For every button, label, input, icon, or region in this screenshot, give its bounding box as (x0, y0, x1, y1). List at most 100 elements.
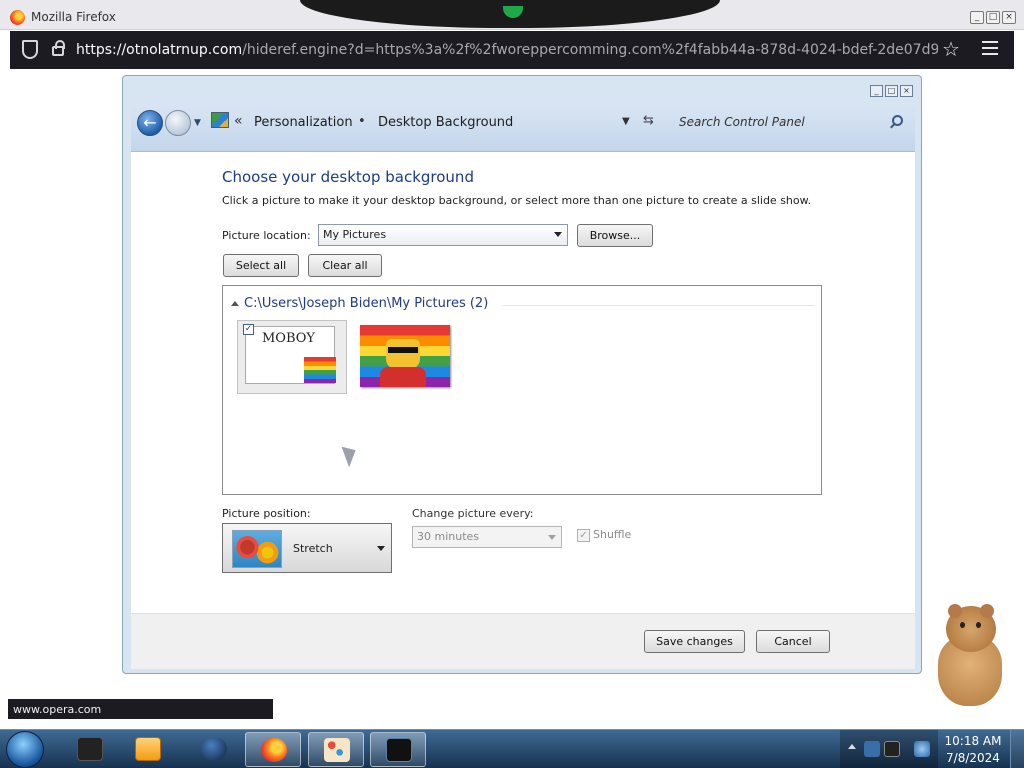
minimize-button[interactable]: _ (970, 11, 984, 24)
tray-app-icon[interactable] (864, 741, 880, 757)
picture-location-value: My Pictures (323, 228, 387, 241)
taskbar-item-window-2[interactable] (370, 732, 426, 767)
lock-icon[interactable] (52, 40, 65, 56)
cp-main-content: Choose your desktop background Click a p… (131, 151, 915, 613)
change-picture-value: 30 minutes (417, 530, 480, 543)
cp-address-bar: ← ▼ « Personalization • Desktop Backgrou… (131, 103, 915, 151)
change-picture-select[interactable]: 30 minutes (412, 526, 562, 548)
browse-button[interactable]: Browse... (577, 224, 653, 247)
picture-group-title[interactable]: C:\Users\Joseph Biden\My Pictures (2) (244, 296, 488, 311)
page-title: Choose your desktop background (222, 168, 474, 186)
flower-preview-icon (232, 530, 282, 568)
breadcrumb-personalization[interactable]: Personalization (254, 115, 353, 130)
thumbnail-rainbow (304, 357, 336, 383)
url-bar: https://otnolatrnup.com/hideref.engine?d… (10, 31, 1014, 69)
picture-position-value: Stretch (293, 542, 333, 555)
search-placeholder: Search Control Panel (679, 115, 805, 129)
thumbnail-shirt (380, 367, 426, 387)
control-panel-icon (211, 112, 229, 128)
taskbar-item-media-player[interactable] (120, 732, 176, 767)
taskbar: 10:18 AM 7/8/2024 (0, 729, 1024, 768)
close-button[interactable]: × (1002, 11, 1016, 24)
hamster-ear (980, 604, 994, 618)
taskbar-item-window[interactable] (62, 732, 118, 767)
paint-icon (324, 738, 350, 762)
forward-button[interactable] (165, 110, 191, 136)
cp-maximize-button[interactable]: □ (885, 85, 898, 97)
hamster-mascot[interactable] (930, 604, 1010, 710)
chevron-down-icon (548, 535, 556, 540)
breadcrumb-desktop-background[interactable]: Desktop Background (378, 115, 513, 130)
show-desktop-button[interactable] (1010, 730, 1024, 768)
thumbnail-checkbox[interactable]: ✓ (243, 324, 254, 335)
clock-date[interactable]: 7/8/2024 (940, 751, 1006, 765)
thumbnail-sunglasses (388, 347, 418, 353)
hamster-ear (948, 604, 962, 618)
taskbar-item-globe[interactable] (186, 732, 242, 767)
save-changes-button[interactable]: Save changes (644, 630, 745, 653)
media-player-icon (135, 737, 161, 761)
page-description: Click a picture to make it your desktop … (222, 194, 812, 207)
cp-close-button[interactable]: × (900, 85, 913, 97)
recent-pages-dropdown-icon[interactable]: ▼ (194, 118, 201, 128)
firefox-icon (261, 738, 287, 762)
hamster-eye (976, 622, 981, 628)
change-picture-label: Change picture every: (412, 507, 534, 520)
thumbnail-image: MOBOY (245, 326, 336, 384)
address-dropdown-icon[interactable]: ▼ (622, 116, 630, 127)
url-field[interactable]: https://otnolatrnup.com/hideref.engine?d… (76, 42, 938, 58)
hamster-eye (960, 622, 965, 628)
tray-network-icon[interactable] (884, 741, 900, 757)
browser-titlebar: Mozilla Firefox _ □ × (0, 0, 1024, 30)
picture-position-label: Picture position: (222, 507, 311, 520)
url-host: https://otnolatrnup.com (76, 42, 243, 58)
control-panel-window: _ □ × ← ▼ « Personalization • Desktop Ba… (122, 75, 922, 674)
tray-volume-icon[interactable] (914, 741, 930, 757)
clock-time[interactable]: 10:18 AM (940, 734, 1006, 748)
start-button[interactable] (6, 731, 44, 768)
picture-thumbnail-1[interactable]: MOBOY ✓ (237, 320, 347, 394)
taskbar-item-firefox[interactable] (245, 732, 301, 767)
picture-location-select[interactable]: My Pictures (318, 224, 568, 246)
picture-thumbnail-2[interactable] (360, 325, 450, 387)
window-icon (386, 738, 412, 762)
shield-icon[interactable] (22, 40, 38, 59)
collapse-group-icon[interactable] (231, 301, 239, 306)
chevron-left-icon[interactable]: « (234, 113, 243, 129)
browser-title: Mozilla Firefox (31, 10, 116, 24)
hamburger-menu-icon[interactable] (982, 41, 998, 55)
clear-all-button[interactable]: Clear all (308, 254, 382, 277)
status-bar-url: www.opera.com (8, 699, 273, 719)
search-input[interactable]: Search Control Panel (671, 109, 911, 135)
mouse-cursor-icon (341, 442, 361, 468)
chevron-down-icon (377, 546, 385, 551)
picture-position-select[interactable]: Stretch (222, 523, 392, 573)
hamster-head (946, 604, 996, 652)
chevron-down-icon (554, 232, 562, 237)
thumbnail-scrawl-text: MOBOY (262, 331, 316, 346)
firefox-logo-icon (10, 10, 25, 25)
cp-footer: Save changes Cancel (131, 613, 915, 669)
browser-window-controls: _ □ × (970, 11, 1016, 24)
shuffle-checkbox[interactable]: ✓ (577, 529, 590, 542)
thumbnail-face (386, 339, 420, 369)
maximize-button[interactable]: □ (986, 11, 1000, 24)
cp-window-controls: _ □ × (870, 85, 913, 97)
window-icon (77, 737, 103, 761)
select-all-button[interactable]: Select all (223, 254, 299, 277)
refresh-icon[interactable]: ⇆ (643, 113, 654, 128)
show-hidden-icons-icon[interactable] (848, 744, 856, 749)
picture-list: C:\Users\Joseph Biden\My Pictures (2) MO… (222, 285, 822, 495)
back-button[interactable]: ← (137, 110, 163, 136)
bookmark-star-icon[interactable]: ☆ (942, 37, 960, 61)
globe-icon (201, 737, 227, 761)
cancel-button[interactable]: Cancel (756, 630, 830, 653)
cp-minimize-button[interactable]: _ (870, 85, 883, 97)
system-tray (840, 730, 938, 768)
search-icon[interactable] (892, 115, 903, 126)
breadcrumb-separator-icon[interactable]: • (358, 114, 366, 129)
shuffle-label: Shuffle (593, 528, 632, 541)
taskbar-item-paint[interactable] (308, 732, 364, 767)
picture-location-label: Picture location: (222, 229, 311, 242)
url-path: /hideref.engine?d=https%3a%2f%2fworepper… (242, 42, 938, 58)
